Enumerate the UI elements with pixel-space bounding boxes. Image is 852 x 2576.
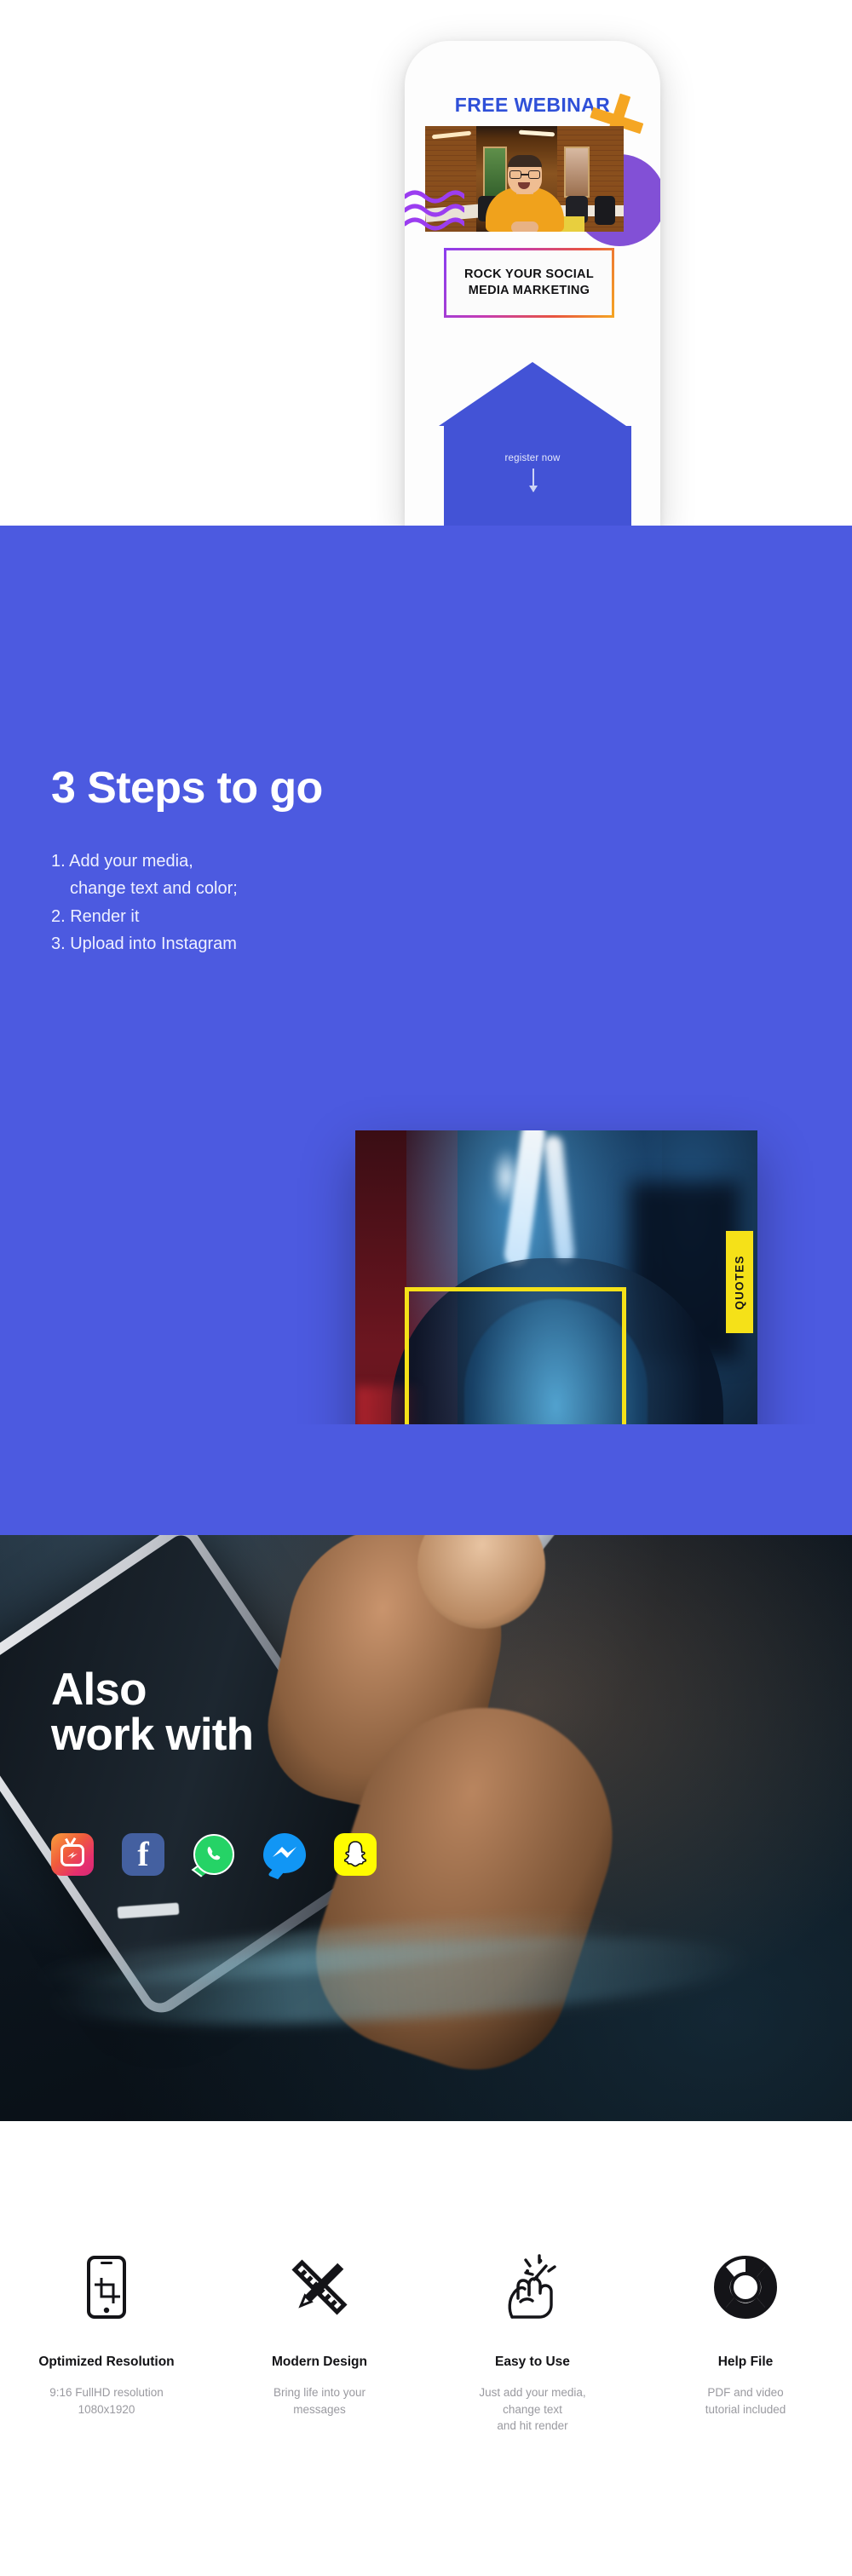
also-title-line1: Also — [51, 1665, 147, 1715]
whatsapp-icon[interactable] — [191, 1833, 235, 1877]
lifebuoy-icon — [651, 2249, 840, 2326]
messenger-icon[interactable] — [263, 1833, 306, 1880]
quotes-tab-label: QUOTES — [733, 1254, 746, 1310]
phone-crop-icon — [12, 2249, 201, 2326]
down-arrow-icon — [529, 469, 537, 492]
also-title: Also work with — [51, 1665, 254, 1760]
features-section: Optimized Resolution 9:16 FullHD resolut… — [0, 2121, 852, 2576]
phone-story-card: FREE WEBINAR ROCK YOUR SOCIAL MEDIA MARK… — [405, 41, 660, 528]
feature-title: Easy to Use — [495, 2355, 570, 2369]
social-network-list: f — [51, 1833, 377, 1880]
step-item-1-continued: change text and color; — [70, 879, 238, 899]
feature-title: Modern Design — [272, 2355, 367, 2369]
features-row: Optimized Resolution 9:16 FullHD resolut… — [0, 2249, 852, 2435]
feature-title: Help File — [717, 2355, 774, 2369]
steps-title: 3 Steps to go — [51, 763, 323, 813]
also-works-with-section: Also work with f — [0, 1424, 852, 2121]
snapchat-icon[interactable] — [334, 1833, 377, 1876]
feature-desc: 9:16 FullHD resolution 1080x1920 — [49, 2386, 164, 2416]
facebook-icon[interactable]: f — [122, 1833, 164, 1876]
cta-triangle — [439, 362, 626, 426]
feature-title: Optimized Resolution — [38, 2355, 175, 2369]
igtv-icon[interactable] — [51, 1833, 94, 1876]
feature-desc: Bring life into your messages — [273, 2386, 366, 2416]
feature-desc: PDF and video tutorial included — [705, 2386, 786, 2416]
feature-optimized-resolution: Optimized Resolution 9:16 FullHD resolut… — [0, 2249, 213, 2418]
pencil-ruler-icon — [225, 2249, 414, 2326]
step-item-2: 2. Render it — [51, 906, 140, 926]
webinar-headline-text: ROCK YOUR SOCIAL MEDIA MARKETING — [464, 267, 594, 297]
feature-help-file: Help File PDF and video tutorial include… — [639, 2249, 852, 2418]
step-item-1: 1. Add your media, — [51, 852, 193, 871]
webinar-headline-box: ROCK YOUR SOCIAL MEDIA MARKETING — [444, 248, 614, 318]
snap-fingers-icon — [438, 2249, 627, 2326]
cta-triangle-body — [444, 426, 631, 528]
feature-modern-design: Modern Design Bring life into your messa… — [213, 2249, 426, 2418]
feature-desc: Just add your media, change text and hit… — [479, 2386, 586, 2433]
quotes-tab[interactable]: QUOTES — [726, 1231, 753, 1333]
hero-section: FREE WEBINAR ROCK YOUR SOCIAL MEDIA MARK… — [0, 0, 852, 528]
register-now-label[interactable]: register now — [405, 453, 660, 463]
feature-easy-to-use: Easy to Use Just add your media, change … — [426, 2249, 639, 2435]
steps-list: 1. Add your media, change text and color… — [51, 848, 332, 958]
also-title-line2: work with — [51, 1710, 254, 1760]
purple-waves-decoration — [405, 190, 464, 231]
step-item-3: 3. Upload into Instagram — [51, 934, 237, 954]
blue-diagonal-wedge — [0, 1424, 852, 1535]
steps-section: 3 Steps to go 1. Add your media, change … — [0, 526, 852, 1527]
